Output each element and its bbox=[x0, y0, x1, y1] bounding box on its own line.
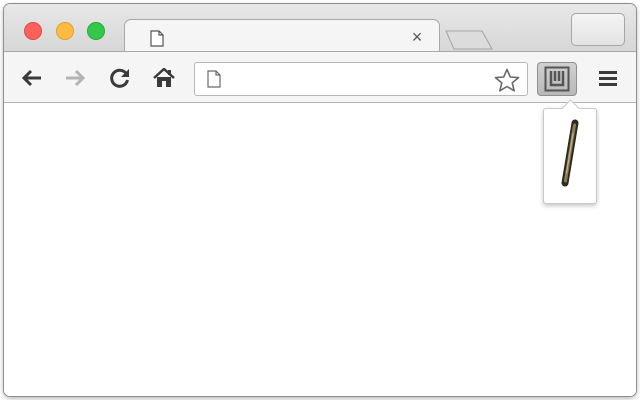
home-button[interactable] bbox=[150, 64, 178, 92]
arrow-right-icon bbox=[66, 69, 86, 87]
window-minimize-button[interactable] bbox=[56, 22, 74, 40]
reload-button[interactable] bbox=[106, 64, 134, 92]
reload-icon bbox=[110, 68, 129, 88]
tab-strip: × bbox=[4, 4, 636, 55]
page-content bbox=[4, 103, 636, 396]
toolbar bbox=[4, 51, 636, 103]
page-icon bbox=[207, 70, 221, 93]
forward-button[interactable] bbox=[61, 64, 89, 92]
extension-popup bbox=[543, 99, 597, 204]
back-button[interactable] bbox=[18, 64, 46, 92]
wooden-stick-icon bbox=[561, 119, 579, 187]
page-icon bbox=[150, 30, 164, 52]
hamburger-menu-icon bbox=[599, 71, 617, 86]
address-bar[interactable] bbox=[194, 62, 528, 96]
tab-close-icon[interactable]: × bbox=[407, 27, 427, 47]
profile-button[interactable] bbox=[571, 13, 625, 46]
home-icon bbox=[153, 68, 175, 87]
browser-window: × bbox=[4, 4, 636, 396]
menu-button[interactable] bbox=[593, 64, 623, 92]
window-close-button[interactable] bbox=[24, 22, 42, 40]
arrow-left-icon bbox=[21, 69, 41, 87]
browser-tab[interactable]: × bbox=[124, 19, 440, 55]
star-outline-icon[interactable] bbox=[493, 68, 521, 92]
extension-logo-icon bbox=[544, 66, 570, 92]
address-input[interactable] bbox=[231, 72, 481, 88]
extension-button[interactable] bbox=[537, 62, 577, 96]
new-tab-button[interactable] bbox=[444, 30, 494, 50]
window-maximize-button[interactable] bbox=[87, 22, 105, 40]
